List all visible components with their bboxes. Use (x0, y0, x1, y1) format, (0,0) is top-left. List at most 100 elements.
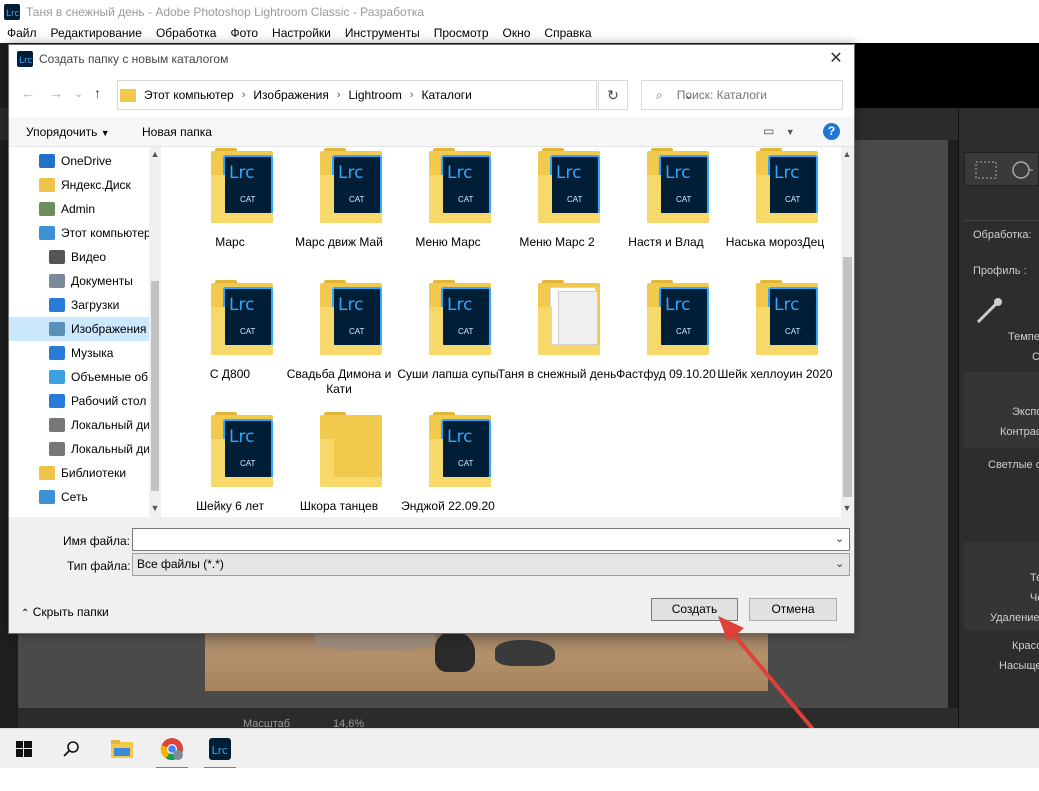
chevron-right-icon[interactable]: › (337, 89, 341, 101)
filename-input[interactable] (132, 528, 850, 551)
menu-file[interactable]: Файл (7, 26, 37, 40)
address-bar[interactable]: Этот компьютер › Изображения › Lightroom… (117, 80, 694, 110)
lightroom-catalog-folder-icon: Lrc CAT (756, 148, 818, 223)
nav-item[interactable]: Admin (9, 197, 149, 221)
up-arrow-icon[interactable]: ↑ (94, 85, 101, 101)
cat-text: CAT (240, 195, 256, 204)
scroll-thumb[interactable] (151, 281, 159, 491)
nav-item[interactable]: OneDrive (9, 149, 149, 173)
folder-item[interactable]: Lrc CAT Энджой 22.09.20 (393, 412, 503, 517)
folder-item[interactable]: Lrc CAT Шейку 6 лет (175, 412, 285, 517)
folder-name: Наська морозДец (725, 235, 825, 249)
menu-photo[interactable]: Фото (230, 26, 258, 40)
view-options-button[interactable]: ▭ ▼ (763, 124, 795, 138)
yandex-disk-icon (39, 178, 55, 192)
nav-item[interactable]: Локальный ди (9, 413, 149, 437)
hide-folders-toggle[interactable]: ⌃ Скрыть папки (21, 605, 109, 619)
folder-item[interactable]: Шкора танцев (284, 412, 394, 517)
white-balance-eyedropper-icon[interactable] (972, 294, 1006, 328)
breadcrumb-catalogs[interactable]: Каталоги (422, 88, 472, 102)
chevron-right-icon[interactable]: › (410, 89, 414, 101)
breadcrumb-this-pc[interactable]: Этот компьютер (144, 88, 234, 102)
folder-item[interactable]: Lrc CAT С Д800 (175, 280, 285, 411)
menu-develop[interactable]: Обработка (156, 26, 217, 40)
saturation-label: Насыще (999, 660, 1039, 672)
new-folder-button[interactable]: Новая папка (142, 125, 212, 139)
menu-settings[interactable]: Настройки (272, 26, 331, 40)
nav-item[interactable]: Рабочий стол (9, 389, 149, 413)
menu-tools[interactable]: Инструменты (345, 26, 420, 40)
lightroom-catalog-folder-icon: Lrc CAT (429, 412, 491, 487)
spot-removal-icon[interactable] (1009, 159, 1033, 181)
nav-item[interactable]: Яндекс.Диск (9, 173, 149, 197)
cat-text: CAT (240, 327, 256, 336)
refresh-button[interactable]: ↻ (598, 80, 628, 110)
nav-item[interactable]: Сеть (9, 485, 149, 509)
folder-name: С Д800 (209, 367, 251, 381)
lrc-text: Lrc (665, 295, 691, 315)
scroll-thumb[interactable] (843, 257, 852, 497)
chevron-right-icon[interactable]: › (242, 89, 246, 101)
nav-item[interactable]: Этот компьютер (9, 221, 149, 245)
nav-item[interactable]: Библиотеки (9, 461, 149, 485)
search-input[interactable] (676, 88, 827, 102)
nav-item[interactable]: Музыка (9, 341, 149, 365)
menu-view[interactable]: Просмотр (434, 26, 489, 40)
folder-item[interactable]: Lrc CAT Меню Марс (393, 148, 503, 279)
nav-item[interactable]: Документы (9, 269, 149, 293)
lightroom-catalog-folder-icon: Lrc CAT (429, 148, 491, 223)
filetype-select[interactable]: Все файлы (*.*) (132, 553, 850, 576)
file-list: Lrc CAT Марс Lrc CAT Марс движ Май Lrc CAT Меню … (167, 147, 841, 517)
menu-window[interactable]: Окно (503, 26, 531, 40)
scroll-up-icon[interactable]: ▲ (149, 149, 161, 159)
breadcrumb-pictures[interactable]: Изображения (253, 88, 328, 102)
chevron-down-icon[interactable]: ⌄ (835, 532, 844, 545)
nav-item-label: Музыка (71, 346, 114, 360)
scroll-up-icon[interactable]: ▲ (841, 149, 853, 159)
nav-item[interactable]: Видео (9, 245, 149, 269)
scroll-down-icon[interactable]: ▼ (841, 503, 853, 513)
lightroom-taskbar-button[interactable]: Lrc (200, 729, 240, 769)
menu-bar: Файл Редактирование Обработка Фото Настр… (0, 23, 1039, 43)
breadcrumb-lightroom[interactable]: Lightroom (349, 88, 402, 102)
chrome-button[interactable] (152, 729, 192, 769)
back-arrow-icon[interactable]: ← (21, 85, 35, 101)
nav-item[interactable]: Локальный ди (9, 437, 149, 461)
folder-item[interactable]: Lrc CAT Суши лапша супы (393, 280, 503, 411)
chevron-down-icon[interactable]: ⌄ (835, 557, 844, 570)
taskbar-search-button[interactable] (52, 729, 92, 769)
lightroom-titlebar: Lrc Таня в снежный день - Adobe Photosho… (0, 0, 1039, 23)
folder-item[interactable]: Таня в снежный день (498, 280, 616, 411)
forward-arrow-icon[interactable]: → (49, 85, 63, 101)
command-bar: Упорядочить ▼ Новая папка ▭ ▼ ? (9, 117, 854, 147)
lightroom-catalog-folder-icon: Lrc CAT (756, 280, 818, 355)
nav-item-label: Локальный ди (71, 442, 149, 456)
file-explorer-button[interactable] (102, 729, 142, 769)
nav-item[interactable]: Изображения (9, 317, 149, 341)
recent-dropdown-icon[interactable]: ⌄ (74, 87, 83, 100)
organize-menu[interactable]: Упорядочить ▼ (26, 125, 110, 139)
drive-icon (49, 442, 65, 456)
folder-item[interactable]: Lrc CAT Марс движ Май (284, 148, 394, 279)
lrc-text: Lrc (556, 163, 582, 183)
menu-help[interactable]: Справка (544, 26, 591, 40)
help-icon[interactable]: ? (823, 123, 840, 140)
folder-item[interactable]: Lrc CAT Наська морозДец (720, 148, 830, 279)
menu-edit[interactable]: Редактирование (51, 26, 142, 40)
nav-item[interactable]: Объемные об (9, 365, 149, 389)
lrc-text: Lrc (774, 295, 800, 315)
folder-item[interactable]: Lrc CAT Шейк хеллоуин 2020 (717, 280, 833, 411)
folder-item[interactable]: Lrc CAT Фастфуд 09.10.20 (611, 280, 721, 411)
folder-item[interactable]: Lrc CAT Свадьба Димона и Кати (284, 280, 394, 411)
start-button[interactable] (4, 729, 44, 769)
folder-item[interactable]: Lrc CAT Настя и Влад (611, 148, 721, 279)
close-button[interactable]: ✕ (826, 49, 846, 69)
search-box[interactable]: ⌕ (641, 80, 843, 110)
file-list-scrollbar[interactable]: ▲ ▼ (841, 147, 854, 517)
folder-item[interactable]: Lrc CAT Марс (175, 148, 285, 279)
folder-item[interactable]: Lrc CAT Меню Марс 2 (502, 148, 612, 279)
navigation-scrollbar[interactable]: ▲ ▼ (149, 147, 161, 517)
scroll-down-icon[interactable]: ▼ (149, 503, 161, 513)
nav-item[interactable]: Загрузки (9, 293, 149, 317)
crop-overlay-icon[interactable] (975, 161, 997, 179)
